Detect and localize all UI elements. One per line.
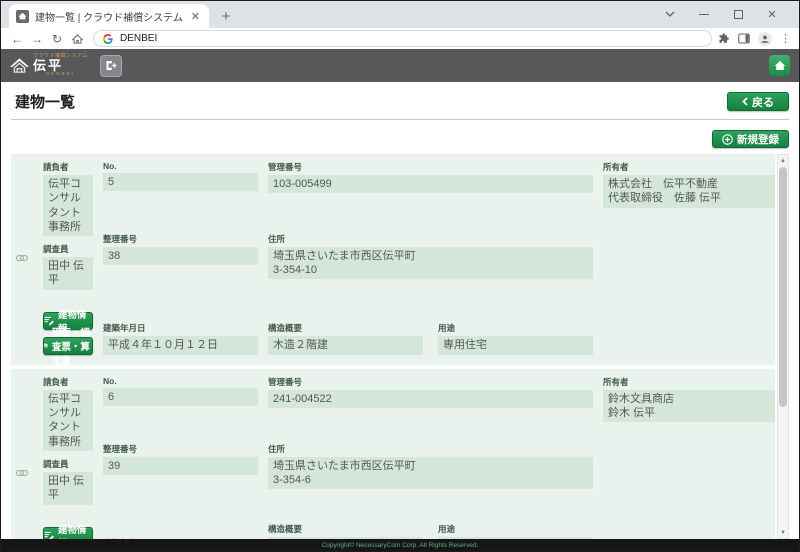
built-group: 建築年月日平成４年１０月１２日 (103, 322, 258, 354)
structure-group: 構造概要木造平屋建 (268, 523, 423, 539)
app-logo: クラウド補償システム 伝平 DENBEI (10, 54, 88, 77)
seiri-value: 39 (103, 457, 258, 475)
documents-button[interactable]: 図面・調査票・算定書 (43, 337, 93, 355)
link-icon[interactable] (16, 469, 28, 477)
forward-icon[interactable]: → (27, 33, 47, 45)
list-edit-icon (44, 530, 54, 539)
built-group: 建築年月日平成１１年６月２３日 (103, 537, 258, 539)
inspector-group: 調査員田中 伝平 (43, 458, 93, 505)
structure-value: 木造２階建 (268, 336, 423, 354)
owner-value: 鈴木文具商店 鈴木 伝平 (603, 390, 775, 423)
building-record: No.5 管理番号103-005499 所有者株式会社 伝平不動産 代表取締役 … (11, 154, 775, 365)
scrollbar[interactable]: ▲ ▼ (777, 154, 789, 539)
browser-home-icon[interactable] (67, 34, 87, 44)
building-info-button[interactable]: 建物情報 (43, 527, 93, 539)
extensions-puzzle-icon[interactable] (718, 33, 730, 45)
profile-avatar[interactable] (758, 32, 772, 46)
address-value: 埼玉県さいたま市西区伝平町 3-354-10 (268, 247, 593, 280)
app-home-button[interactable] (769, 55, 790, 76)
minimize-button[interactable] (687, 4, 721, 24)
toolbar-right: ⋮ (718, 32, 793, 46)
building-list: No.5 管理番号103-005499 所有者株式会社 伝平不動産 代表取締役 … (11, 154, 789, 539)
browser-tab[interactable]: 建物一覧 | クラウド補償システム 伝 ✕ (9, 4, 209, 28)
seiri-value: 38 (103, 247, 258, 265)
back-icon[interactable]: ← (7, 33, 27, 45)
contractor-group: 請負者伝平コンサルタント事務所 (43, 376, 93, 451)
browser-toolbar: ← → ↻ DENBEI (1, 28, 799, 49)
close-button[interactable]: ✕ (755, 4, 789, 24)
no-value: 5 (103, 173, 258, 191)
address-group: 住所埼玉県さいたま市西区伝平町 3-354-6 (268, 443, 593, 503)
structure-group: 構造概要木造２階建 (268, 322, 423, 354)
browser-window: 建物一覧 | クラウド補償システム 伝 ✕ + ✕ ← → ↻ (0, 0, 800, 552)
structure-value: 木造平屋建 (268, 537, 423, 539)
usage-group: 用途専用住宅 (438, 322, 593, 354)
app-header: クラウド補償システム 伝平 DENBEI (1, 49, 799, 82)
inspector-value: 田中 伝平 (43, 257, 93, 290)
page-body: 建物一覧 戻る 新規登録 No.5 管理番号103-0054 (1, 82, 799, 539)
owner-group: 所有者株式会社 伝平不動産 代表取締役 佐藤 伝平 (603, 161, 775, 226)
address-group: 住所埼玉県さいたま市西区伝平町 3-354-10 (268, 233, 593, 298)
tab-title: 建物一覧 | クラウド補償システム 伝 (35, 9, 183, 24)
kanri-value: 103-005499 (268, 175, 593, 193)
built-value: 平成４年１０月１２日 (103, 336, 258, 354)
new-registration-button[interactable]: 新規登録 (712, 130, 789, 148)
window-controls: ✕ (653, 4, 789, 24)
kanri-value: 241-004522 (268, 390, 593, 408)
google-g-icon (103, 34, 113, 44)
app-footer: Copyright© NecessaryCom Corp. All Rights… (1, 539, 799, 551)
url-text: DENBEI (120, 33, 157, 44)
document-icon (44, 340, 48, 351)
browser-menu-icon[interactable]: ⋮ (780, 32, 791, 45)
contractor-group: 請負者伝平コンサルタント事務所 (43, 161, 93, 236)
contractor-value: 伝平コンサルタント事務所 (43, 390, 93, 451)
page-title: 建物一覧 (15, 91, 75, 112)
logout-icon (105, 60, 117, 71)
usage-group: 用途併用住宅（専用住宅、店舗・事務所） (438, 523, 593, 539)
scroll-up-icon[interactable]: ▲ (780, 155, 786, 166)
chevron-left-icon (742, 97, 748, 106)
scrollbar-thumb[interactable] (779, 167, 787, 407)
home-icon (774, 60, 786, 71)
side-panel-icon[interactable] (738, 33, 750, 44)
contractor-value: 伝平コンサルタント事務所 (43, 175, 93, 236)
usage-value: 併用住宅（専用住宅、店舗・事務所） (438, 537, 593, 539)
usage-value: 専用住宅 (438, 336, 593, 354)
building-record: No.6 管理番号241-004522 所有者鈴木文具商店 鈴木 伝平 請負者伝… (11, 369, 775, 539)
logout-button[interactable] (100, 55, 122, 77)
seiri-group: 整理番号39 (103, 443, 258, 503)
no-value: 6 (103, 388, 258, 406)
tab-close-icon[interactable]: ✕ (189, 10, 202, 23)
seiri-group: 整理番号38 (103, 233, 258, 298)
denbei-roof-icon (10, 58, 29, 73)
owner-value: 株式会社 伝平不動産 代表取締役 佐藤 伝平 (603, 175, 775, 208)
logo-subtitle: DENBEI (33, 72, 88, 77)
inspector-group: 調査員田中 伝平 (43, 243, 93, 290)
copyright-text: Copyright© NecessaryCom Corp. All Rights… (322, 542, 479, 549)
reload-icon[interactable]: ↻ (47, 33, 67, 45)
tab-strip: 建物一覧 | クラウド補償システム 伝 ✕ + ✕ (1, 1, 799, 28)
window-chevron-icon[interactable] (653, 4, 687, 24)
site-favicon-icon (16, 10, 29, 23)
scroll-down-icon[interactable]: ▼ (780, 527, 786, 538)
back-button[interactable]: 戻る (727, 92, 789, 111)
inspector-value: 田中 伝平 (43, 472, 93, 505)
owner-group: 所有者鈴木文具商店 鈴木 伝平 (603, 376, 775, 436)
no-group: No.5 (103, 161, 258, 226)
plus-circle-icon (722, 134, 733, 145)
kanri-group: 管理番号103-005499 (268, 161, 593, 226)
no-group: No.6 (103, 376, 258, 436)
maximize-button[interactable] (721, 4, 755, 24)
new-tab-button[interactable]: + (215, 5, 237, 27)
link-icon[interactable] (16, 254, 28, 262)
address-value: 埼玉県さいたま市西区伝平町 3-354-6 (268, 457, 593, 490)
kanri-group: 管理番号241-004522 (268, 376, 593, 436)
address-bar[interactable]: DENBEI (93, 30, 712, 47)
